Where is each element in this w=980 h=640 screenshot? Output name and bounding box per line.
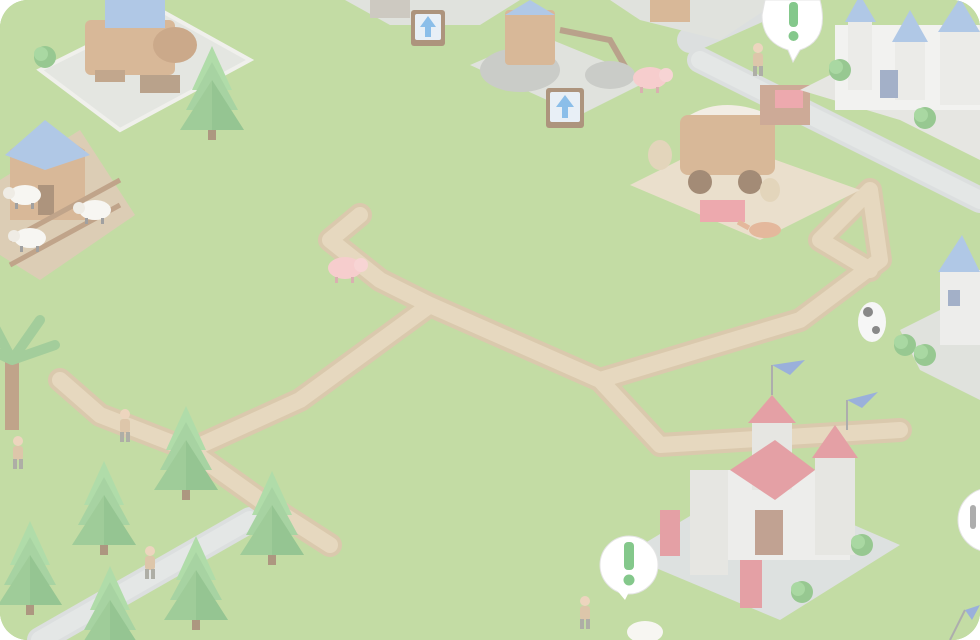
exclamation-icon: [623, 542, 635, 586]
cow[interactable]: [858, 302, 886, 342]
shrub: [34, 46, 56, 68]
game-viewport[interactable]: [0, 0, 980, 640]
shrub: [791, 581, 813, 603]
shrub: [914, 344, 936, 366]
upgrade-marker-top[interactable]: [411, 10, 445, 46]
exclamation-icon: [788, 2, 799, 41]
shrub: [829, 59, 851, 81]
upgrade-marker-workshop[interactable]: [546, 88, 584, 128]
shrub: [894, 334, 916, 356]
shrub: [914, 107, 936, 129]
isometric-map[interactable]: [0, 0, 980, 640]
shrub: [851, 534, 873, 556]
